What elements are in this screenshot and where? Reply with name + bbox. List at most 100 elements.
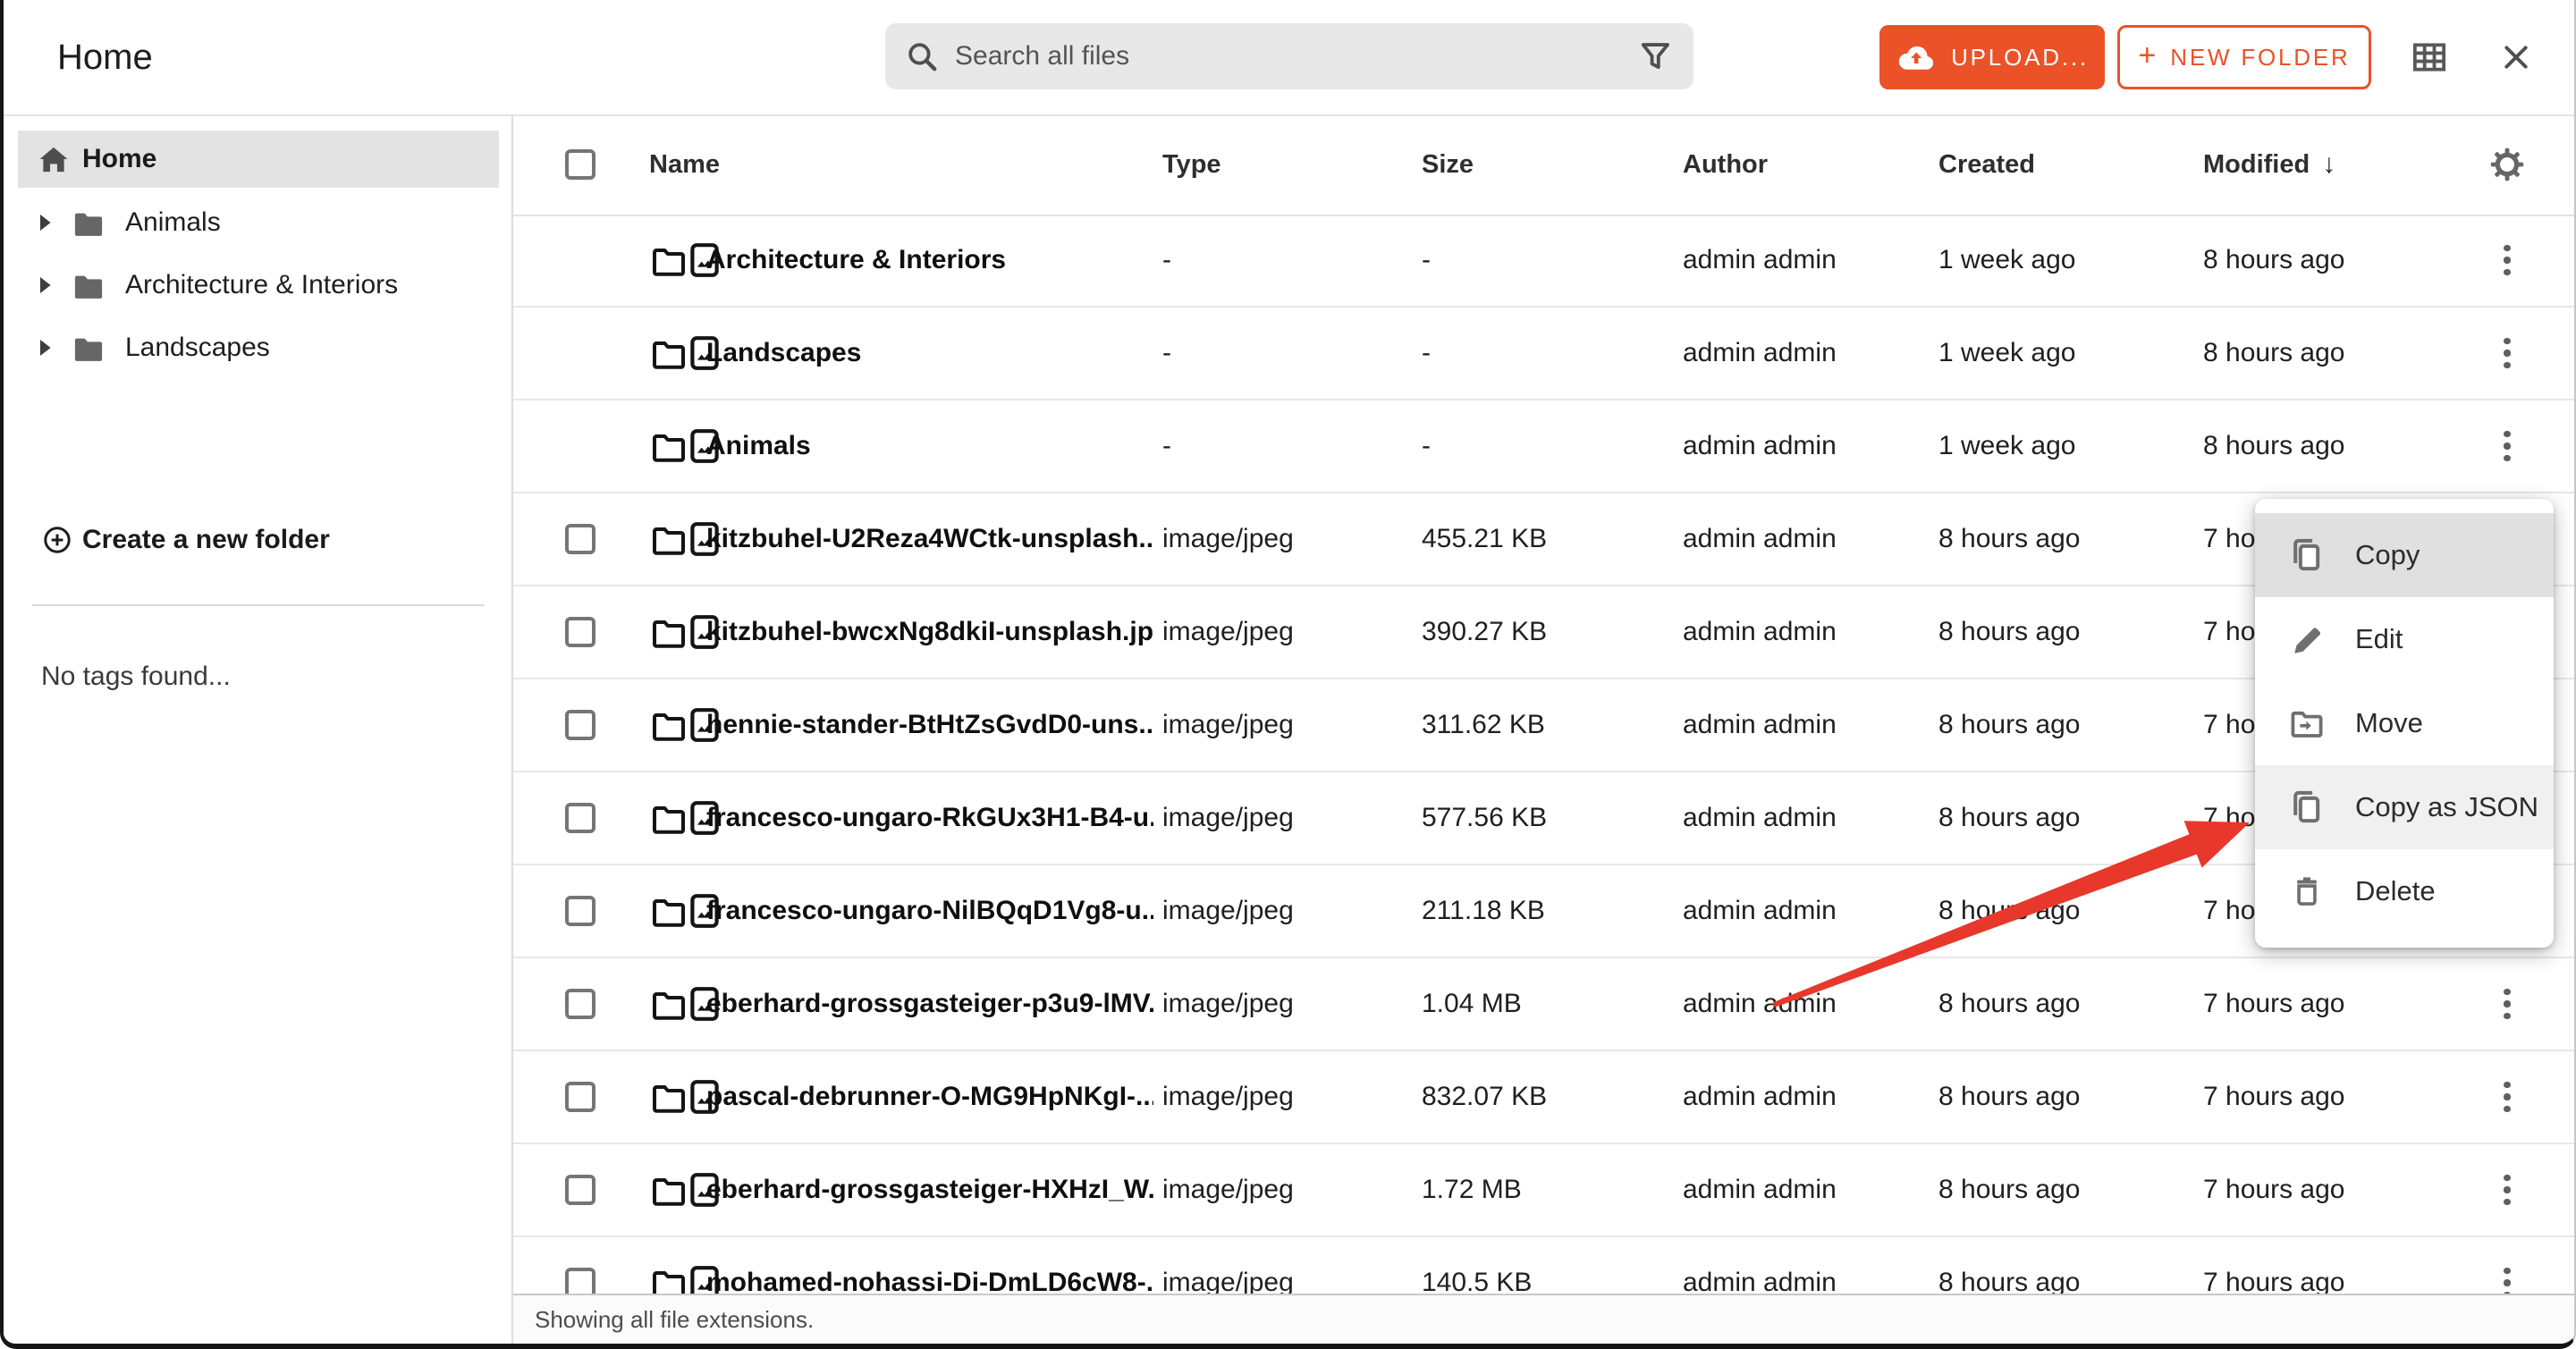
row-menu-button[interactable] xyxy=(2493,331,2521,375)
filter-icon[interactable] xyxy=(1638,39,1672,73)
file-type: - xyxy=(1162,308,1171,399)
file-name: pascal-debrunner-O-MG9HpNKgI-... xyxy=(706,1051,1153,1142)
context-menu-item[interactable]: Delete xyxy=(2255,849,2554,933)
file-size: 455.21 KB xyxy=(1422,493,1547,585)
caret-right-icon[interactable] xyxy=(39,214,54,232)
folder-icon xyxy=(651,895,687,927)
file-author: admin admin xyxy=(1683,1144,1837,1235)
row-checkbox[interactable] xyxy=(565,710,595,740)
file-size: 390.27 KB xyxy=(1422,586,1547,678)
context-menu-item[interactable]: Move xyxy=(2255,681,2554,765)
media-manager-window: Home UPLOAD... + NEW FOLDER xyxy=(0,0,2576,1349)
row-menu-button[interactable] xyxy=(2493,982,2521,1026)
file-size: 140.5 KB xyxy=(1422,1237,1532,1294)
folder-icon xyxy=(651,1081,687,1113)
file-type: image/jpeg xyxy=(1162,1051,1294,1142)
column-header-type[interactable]: Type xyxy=(1162,114,1221,215)
file-created: 8 hours ago xyxy=(1938,586,2080,678)
file-author: admin admin xyxy=(1683,215,1837,306)
menu-item-label: Edit xyxy=(2355,623,2403,655)
row-checkbox[interactable] xyxy=(565,617,595,647)
file-created: 1 week ago xyxy=(1938,215,2075,306)
row-checkbox[interactable] xyxy=(565,1268,595,1294)
file-name: Animals xyxy=(706,400,811,492)
close-button[interactable] xyxy=(2502,0,2530,114)
row-menu-button[interactable] xyxy=(2493,1260,2521,1294)
create-folder-button[interactable]: Create a new folder xyxy=(43,519,330,561)
caret-right-icon[interactable] xyxy=(39,339,54,357)
file-name: Landscapes xyxy=(706,308,861,399)
file-modified: 7 hours ago xyxy=(2203,1237,2344,1294)
column-header-created[interactable]: Created xyxy=(1938,114,2035,215)
file-modified: 7 hours ago xyxy=(2203,958,2344,1050)
sort-desc-icon: ↓ xyxy=(2322,149,2335,180)
folder-icon xyxy=(651,802,687,834)
caret-right-icon[interactable] xyxy=(39,276,54,294)
select-all-checkbox[interactable] xyxy=(565,149,595,180)
row-checkbox[interactable] xyxy=(565,803,595,833)
file-size: - xyxy=(1422,400,1431,492)
row-checkbox[interactable] xyxy=(565,1082,595,1112)
table-row[interactable]: eberhard-grossgasteiger-p3u9-lMV... imag… xyxy=(513,958,2574,1051)
context-menu-item[interactable]: Copy xyxy=(2255,513,2554,597)
column-header-size[interactable]: Size xyxy=(1422,114,1474,215)
sidebar-folder-item[interactable]: Architecture & Interiors xyxy=(4,254,511,316)
context-menu: Copy Edit Move xyxy=(2255,499,2554,948)
column-header-modified[interactable]: Modified ↓ xyxy=(2203,114,2335,215)
row-menu-button[interactable] xyxy=(2493,1075,2521,1119)
new-folder-label: NEW FOLDER xyxy=(2170,44,2350,72)
home-label: Home xyxy=(82,144,156,174)
file-name: francesco-ungaro-NilBQqD1Vg8-u... xyxy=(706,865,1153,957)
row-checkbox[interactable] xyxy=(565,896,595,926)
column-header-name[interactable]: Name xyxy=(649,114,720,215)
folder-icon xyxy=(651,523,687,555)
grid-view-button[interactable] xyxy=(2412,0,2446,114)
folder-icon xyxy=(651,988,687,1020)
row-checkbox[interactable] xyxy=(565,1175,595,1205)
file-type: image/jpeg xyxy=(1162,1237,1294,1294)
context-menu-item[interactable]: Edit xyxy=(2255,597,2554,681)
file-type: image/jpeg xyxy=(1162,586,1294,678)
table-row[interactable]: eberhard-grossgasteiger-HXHzI_W... image… xyxy=(513,1144,2574,1237)
folder-icon xyxy=(72,333,106,363)
sidebar-divider xyxy=(32,604,485,606)
table-row[interactable]: mohamed-nohassi-Di-DmLD6cW8-... image/jp… xyxy=(513,1237,2574,1294)
column-header-author[interactable]: Author xyxy=(1683,114,1768,215)
column-settings-button[interactable] xyxy=(2480,114,2534,215)
table-row[interactable]: Architecture & Interiors - - admin admin… xyxy=(513,215,2574,308)
table-row[interactable]: pascal-debrunner-O-MG9HpNKgI-... image/j… xyxy=(513,1051,2574,1144)
row-menu-button[interactable] xyxy=(2493,424,2521,468)
row-checkbox[interactable] xyxy=(565,989,595,1019)
search-icon xyxy=(907,41,937,72)
sidebar-folder-item[interactable]: Landscapes xyxy=(4,316,511,379)
upload-button[interactable]: UPLOAD... xyxy=(1879,25,2105,89)
page-title: Home xyxy=(57,0,153,114)
file-created: 1 week ago xyxy=(1938,308,2075,399)
folder-icon xyxy=(651,1174,687,1206)
file-name: kitzbuhel-bwcxNg8dkiI-unsplash.jpg xyxy=(706,586,1153,678)
file-author: admin admin xyxy=(1683,586,1837,678)
top-bar: Home UPLOAD... + NEW FOLDER xyxy=(4,0,2574,116)
context-menu-item[interactable]: Copy as JSON xyxy=(2255,765,2554,849)
new-folder-button[interactable]: + NEW FOLDER xyxy=(2117,25,2371,89)
sidebar-folder-item[interactable]: Animals xyxy=(4,191,511,254)
file-name: eberhard-grossgasteiger-p3u9-lMV... xyxy=(706,958,1153,1050)
folder-icon xyxy=(72,270,106,300)
file-author: admin admin xyxy=(1683,308,1837,399)
file-name: eberhard-grossgasteiger-HXHzI_W... xyxy=(706,1144,1153,1235)
file-name: mohamed-nohassi-Di-DmLD6cW8-... xyxy=(706,1237,1153,1294)
sidebar-folder-label: Animals xyxy=(125,207,221,238)
row-menu-button[interactable] xyxy=(2493,1168,2521,1212)
sidebar-item-home[interactable]: Home xyxy=(18,131,499,188)
table-row[interactable]: Animals - - admin admin 1 week ago 8 hou… xyxy=(513,400,2574,493)
row-checkbox[interactable] xyxy=(565,524,595,554)
search-input[interactable] xyxy=(937,41,1638,72)
table-row[interactable]: Landscapes - - admin admin 1 week ago 8 … xyxy=(513,308,2574,400)
file-size: 311.62 KB xyxy=(1422,679,1545,771)
file-modified: 7 hours ago xyxy=(2203,1144,2344,1235)
file-author: admin admin xyxy=(1683,865,1837,957)
row-menu-button[interactable] xyxy=(2493,238,2521,282)
copy-icon xyxy=(2289,537,2325,573)
file-modified: 8 hours ago xyxy=(2203,400,2344,492)
folder-icon xyxy=(651,709,687,741)
